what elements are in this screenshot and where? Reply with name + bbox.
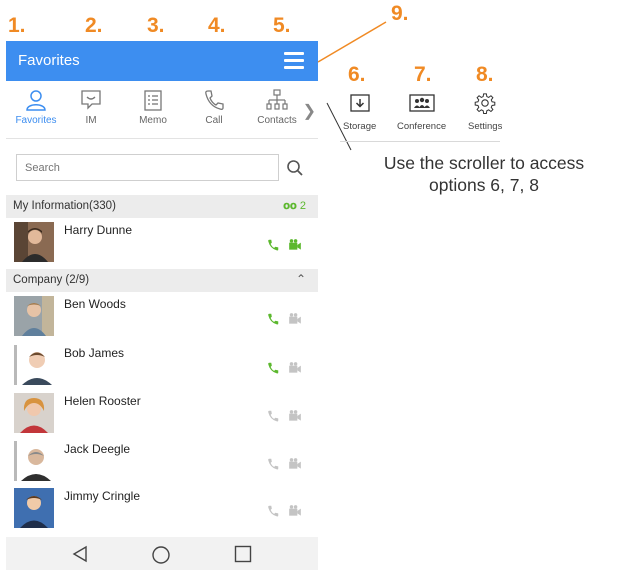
contact-actions xyxy=(266,409,304,423)
tab-label: Call xyxy=(205,115,223,126)
phone-icon[interactable] xyxy=(266,361,280,375)
avatar xyxy=(14,441,54,481)
phone-icon[interactable] xyxy=(266,238,280,252)
contact-row[interactable]: Jack Deegle xyxy=(6,439,318,487)
section-label: My Information(330) xyxy=(13,200,116,212)
tab-im[interactable]: IM xyxy=(61,81,121,139)
contact-actions xyxy=(266,238,304,252)
avatar xyxy=(14,345,54,385)
contact-row[interactable]: Harry Dunne xyxy=(6,220,318,268)
video-camera-icon[interactable] xyxy=(288,238,302,252)
phone-icon[interactable] xyxy=(266,457,280,471)
page-title: Favorites xyxy=(18,52,80,69)
tab-bar: Favorites IM Memo Call Contacts ❯ xyxy=(6,81,318,139)
person-icon xyxy=(26,90,46,111)
section-label: Company (2/9) xyxy=(13,274,90,286)
tab-settings[interactable]: Settings xyxy=(468,92,502,132)
avatar xyxy=(14,296,54,336)
home-icon[interactable] xyxy=(151,545,171,565)
settings-gear-icon xyxy=(474,93,496,114)
tab-label: Favorites xyxy=(15,115,57,126)
section-my-information: My Information(330) 𝛐𝛐 2 xyxy=(6,195,318,218)
video-camera-icon[interactable] xyxy=(288,457,302,471)
section-company: Company (2/9) ⌃ xyxy=(6,269,318,292)
phone-screen: Favorites Favorites IM Memo Call Contact… xyxy=(6,41,318,570)
contact-actions xyxy=(266,504,304,518)
title-bar: Favorites xyxy=(6,41,318,81)
tab-label: IM xyxy=(85,115,97,126)
contact-row[interactable]: Ben Woods xyxy=(6,294,318,342)
phone-icon[interactable] xyxy=(266,504,280,518)
tab-memo[interactable]: Memo xyxy=(123,81,183,139)
memo-list-icon xyxy=(144,90,162,111)
storage-icon xyxy=(349,94,370,112)
caption-line: options 6, 7, 8 xyxy=(429,175,539,195)
video-camera-icon[interactable] xyxy=(288,312,302,326)
contact-name: Bob James xyxy=(64,346,125,360)
caption: Use the scroller to access options 6, 7,… xyxy=(345,152,622,196)
recents-icon[interactable] xyxy=(234,545,252,563)
chevron-up-icon[interactable]: ⌃ xyxy=(296,272,306,286)
contact-name: Helen Rooster xyxy=(64,394,141,408)
tab-label: Storage xyxy=(343,121,377,132)
contact-name: Jimmy Cringle xyxy=(64,489,141,503)
phone-icon[interactable] xyxy=(266,312,280,326)
system-nav-bar xyxy=(6,537,318,570)
scrolled-tab-bar: Storage Conference Settings xyxy=(340,92,502,142)
search-input[interactable] xyxy=(17,155,278,180)
contact-row[interactable]: Helen Rooster xyxy=(6,391,318,439)
avatar xyxy=(14,488,54,528)
contact-row[interactable]: Jimmy Cringle xyxy=(6,486,318,534)
contact-name: Harry Dunne xyxy=(64,223,133,237)
contact-name: Jack Deegle xyxy=(64,442,131,456)
contact-name: Ben Woods xyxy=(64,297,126,311)
tab-favorites[interactable]: Favorites xyxy=(6,81,66,139)
chat-bubble-icon xyxy=(81,90,101,110)
tab-label: Memo xyxy=(139,115,167,126)
avatar xyxy=(14,222,54,262)
video-camera-icon[interactable] xyxy=(288,409,302,423)
contact-actions xyxy=(266,361,304,375)
online-count-badge: 𝛐𝛐 2 xyxy=(283,200,306,212)
caption-line: Use the scroller to access xyxy=(383,153,585,173)
tab-label: Contacts xyxy=(257,115,297,126)
avatar xyxy=(14,393,54,433)
phone-icon xyxy=(205,90,224,110)
video-camera-icon[interactable] xyxy=(288,361,302,375)
chevron-right-icon[interactable]: ❯ xyxy=(303,101,316,121)
tab-label: Conference xyxy=(397,121,447,132)
tab-contacts[interactable]: Contacts xyxy=(247,81,307,139)
search-icon[interactable] xyxy=(286,159,304,177)
contact-actions xyxy=(266,312,304,326)
tab-label: Settings xyxy=(468,121,503,132)
phone-icon[interactable] xyxy=(266,409,280,423)
tab-storage[interactable]: Storage xyxy=(343,92,376,132)
back-icon[interactable] xyxy=(72,545,88,563)
video-camera-icon[interactable] xyxy=(288,504,302,518)
tab-call[interactable]: Call xyxy=(184,81,244,139)
contact-row[interactable]: Bob James xyxy=(6,343,318,391)
org-chart-icon xyxy=(266,89,288,110)
search-box xyxy=(16,154,279,181)
contact-actions xyxy=(266,457,304,471)
voicemail-icon: 𝛐𝛐 xyxy=(283,200,297,212)
conference-icon xyxy=(408,94,435,112)
tab-conference[interactable]: Conference xyxy=(397,92,446,132)
hamburger-menu-icon[interactable] xyxy=(284,52,304,69)
